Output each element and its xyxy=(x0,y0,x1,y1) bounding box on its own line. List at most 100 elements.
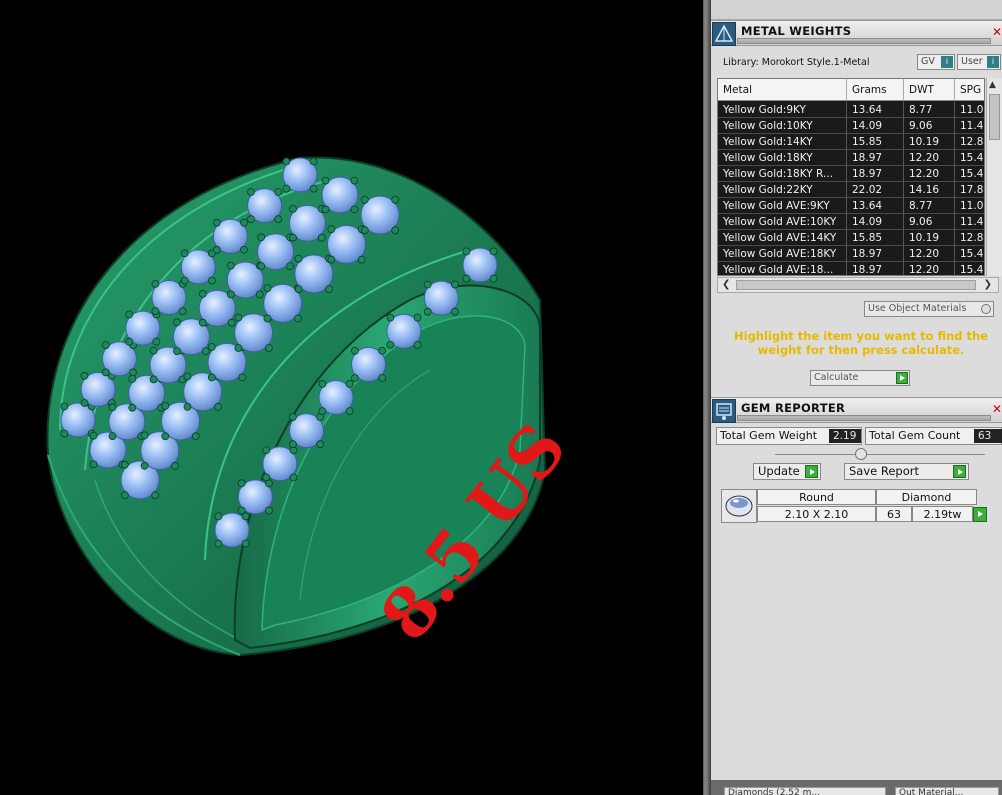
prong xyxy=(294,285,303,294)
prong xyxy=(140,431,149,440)
prong xyxy=(360,195,369,204)
cell-dwt: 9.06 xyxy=(904,118,955,134)
scroll-up-icon[interactable]: ▲ xyxy=(989,80,996,90)
scroll-right-icon[interactable]: ❯ xyxy=(984,278,992,292)
prong xyxy=(327,225,336,234)
save-report-button[interactable]: Save Report xyxy=(844,463,969,480)
prong xyxy=(350,346,359,355)
panel-splitter[interactable] xyxy=(703,0,711,795)
info-icon: i xyxy=(987,56,999,68)
metal-table[interactable]: Metal Grams DWT SPG Yellow Gold:9KY 13.64… xyxy=(717,78,985,276)
user-toggle[interactable]: User i xyxy=(957,54,1001,70)
metal-table-vscroll[interactable]: ▲ xyxy=(986,78,1002,276)
prong xyxy=(413,313,422,322)
prong xyxy=(288,413,297,421)
prong xyxy=(152,337,161,346)
prong xyxy=(108,432,117,441)
use-object-materials-toggle[interactable]: Use Object Materials xyxy=(864,301,994,317)
prong xyxy=(227,318,236,327)
table-row[interactable]: Yellow Gold AVE:18...18.9712.2015.41 xyxy=(718,262,984,275)
cell-spg: 12.88 xyxy=(955,230,984,246)
prong xyxy=(257,233,266,242)
play-icon xyxy=(805,465,818,478)
3d-viewport[interactable]: 8.5 US xyxy=(0,0,703,795)
calculate-hint: Highlight the item you want to find the … xyxy=(734,329,988,357)
close-icon[interactable]: ✕ xyxy=(992,402,1002,416)
table-row[interactable]: Yellow Gold:14KY15.8510.1912.88 xyxy=(718,134,984,150)
update-button[interactable]: Update xyxy=(753,463,821,480)
prong xyxy=(234,344,243,352)
prong xyxy=(125,337,134,346)
prong xyxy=(423,280,432,289)
column-header-spg[interactable]: SPG xyxy=(955,79,984,101)
prong xyxy=(207,373,216,382)
prong xyxy=(489,247,498,256)
cell-metal: Yellow Gold AVE:14KY xyxy=(718,230,847,246)
column-header-dwt[interactable]: DWT xyxy=(904,79,955,101)
calculate-button[interactable]: Calculate xyxy=(810,370,910,386)
gv-toggle[interactable]: GV i xyxy=(917,54,955,70)
prong xyxy=(140,461,149,470)
prong xyxy=(198,289,207,298)
gem-table[interactable]: Round Diamond 2.10 X 2.10 63 2.19tw xyxy=(721,489,987,523)
material-select[interactable]: Diamonds (2.52 m... xyxy=(724,787,886,795)
cell-grams: 18.97 xyxy=(847,262,904,275)
prong xyxy=(128,403,137,412)
column-header-metal[interactable]: Metal xyxy=(718,79,847,101)
output-material-select[interactable]: Out Material... xyxy=(895,787,999,795)
close-icon[interactable]: ✕ xyxy=(992,25,1002,39)
update-label: Update xyxy=(758,464,800,478)
cell-grams: 18.97 xyxy=(847,166,904,182)
prong xyxy=(125,310,134,319)
cell-metal: Yellow Gold:10KY xyxy=(718,118,847,134)
prong xyxy=(128,374,137,383)
prong xyxy=(423,307,432,316)
table-row[interactable]: Yellow Gold:9KY13.648.7711.08 xyxy=(718,102,984,118)
table-row[interactable]: Yellow Gold AVE:18KY18.9712.2015.41 xyxy=(718,246,984,262)
cell-metal: Yellow Gold AVE:10KY xyxy=(718,214,847,230)
cell-spg: 11.45 xyxy=(955,214,984,230)
use-object-materials-label: Use Object Materials xyxy=(868,303,967,314)
prong xyxy=(151,491,160,500)
cell-dwt: 10.19 xyxy=(904,230,955,246)
table-row[interactable]: Yellow Gold:18KY R...18.9712.2015.41 xyxy=(718,166,984,182)
scroll-thumb[interactable] xyxy=(736,280,976,290)
table-row[interactable]: Yellow Gold:22KY22.0214.1617.89 xyxy=(718,182,984,198)
cell-dwt: 12.20 xyxy=(904,166,955,182)
prong xyxy=(226,290,235,299)
prong xyxy=(357,255,366,264)
table-row[interactable]: Yellow Gold AVE:14KY15.8510.1912.88 xyxy=(718,230,984,246)
cell-spg: 15.41 xyxy=(955,262,984,275)
prong xyxy=(350,374,359,382)
cell-grams: 13.64 xyxy=(847,102,904,118)
scroll-thumb[interactable] xyxy=(989,94,1000,140)
column-header-grams[interactable]: Grams xyxy=(847,79,904,101)
cell-dwt: 10.19 xyxy=(904,134,955,150)
panel-top-strip xyxy=(711,0,1002,20)
gem-thumbnail xyxy=(721,489,757,523)
cell-grams: 18.97 xyxy=(847,246,904,262)
slider-handle[interactable] xyxy=(855,448,867,460)
metal-table-hscroll[interactable]: ❮ ❯ xyxy=(717,277,999,293)
table-row[interactable]: Yellow Gold AVE:9KY13.648.7711.08 xyxy=(718,198,984,214)
prong xyxy=(240,218,248,227)
prong xyxy=(173,318,181,327)
cell-spg: 11.08 xyxy=(955,198,984,214)
gem-icon xyxy=(725,495,753,517)
slider-track xyxy=(775,454,985,455)
table-row[interactable]: Yellow Gold AVE:10KY14.099.0611.45 xyxy=(718,214,984,230)
prong xyxy=(161,401,170,410)
prong xyxy=(247,188,255,196)
play-icon[interactable] xyxy=(973,507,987,522)
table-row[interactable]: Yellow Gold:10KY14.099.0611.45 xyxy=(718,118,984,134)
table-row[interactable]: Yellow Gold:18KY18.9712.2015.41 xyxy=(718,150,984,166)
prong xyxy=(318,379,327,388)
scroll-left-icon[interactable]: ❮ xyxy=(722,278,730,292)
prong xyxy=(309,157,318,166)
gem-weight: 2.19tw xyxy=(912,506,973,522)
prong xyxy=(274,215,283,224)
right-panel: METAL WEIGHTS ✕ Library: Morokort Style.… xyxy=(711,0,1002,795)
prong xyxy=(180,276,189,285)
cell-spg: 12.88 xyxy=(955,134,984,150)
cell-metal: Yellow Gold:9KY xyxy=(718,102,847,118)
